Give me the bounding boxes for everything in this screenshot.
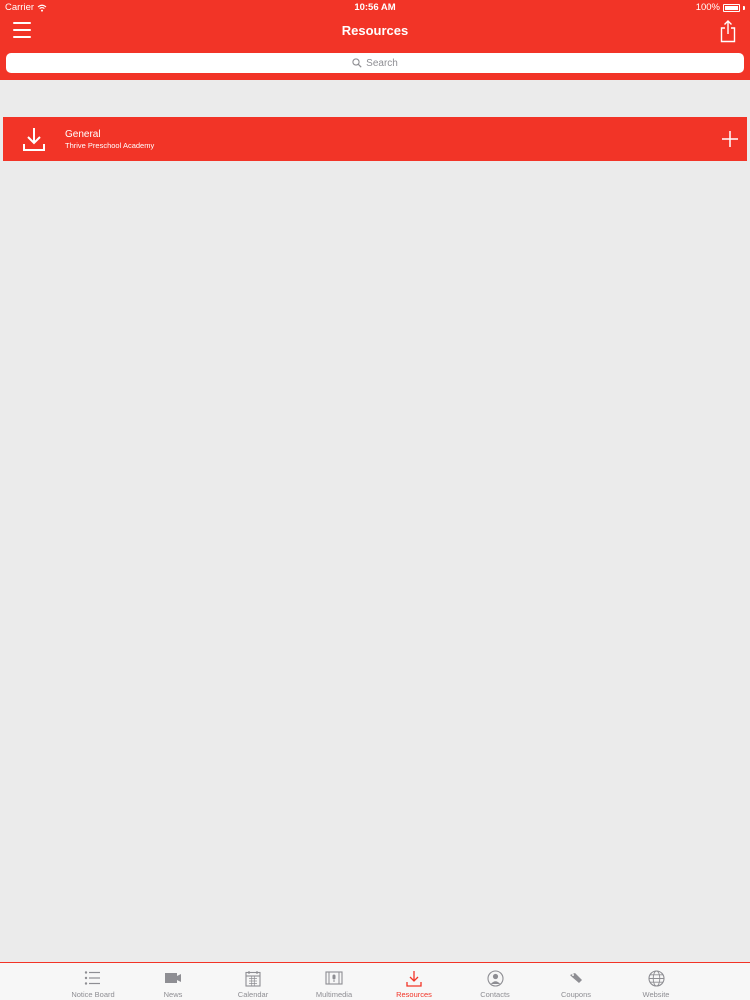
tab-label: Multimedia (315, 990, 353, 999)
plus-icon[interactable] (721, 130, 739, 148)
status-time: 10:56 AM (354, 2, 396, 13)
tab-bar: Notice Board News Calendar Multimedia Re… (0, 962, 750, 1000)
tab-contacts[interactable]: Contacts (455, 963, 535, 1000)
tab-coupons[interactable]: Coupons (536, 963, 616, 1000)
tab-multimedia[interactable]: Multimedia (294, 963, 374, 1000)
list-icon (83, 969, 103, 987)
resource-title: General (65, 129, 101, 140)
tab-label: Coupons (560, 990, 592, 999)
status-battery: 100% (696, 2, 745, 13)
battery-icon (723, 3, 740, 12)
battery-percent: 100% (695, 2, 720, 13)
tab-calendar[interactable]: Calendar (213, 963, 293, 1000)
tab-label: Contacts (480, 990, 510, 999)
coupon-icon (566, 969, 586, 987)
globe-icon (646, 969, 666, 987)
share-icon[interactable] (719, 19, 737, 43)
nav-bar: Resources (0, 16, 750, 46)
status-bar: Carrier 10:56 AM 100% (0, 0, 750, 16)
tab-label: News (163, 990, 183, 999)
search-input[interactable]: Search (6, 53, 744, 73)
tab-website[interactable]: Website (616, 963, 696, 1000)
search-icon (352, 58, 362, 68)
tab-notice-board[interactable]: Notice Board (53, 963, 133, 1000)
multimedia-icon (324, 969, 344, 987)
header: Carrier 10:56 AM 100% Resources Search (0, 0, 750, 80)
tab-label: Calendar (237, 990, 269, 999)
tab-news[interactable]: News (133, 963, 213, 1000)
calendar-icon (243, 969, 263, 987)
resource-subtitle: Thrive Preschool Academy (65, 141, 155, 150)
resource-row-general[interactable]: General Thrive Preschool Academy (3, 117, 747, 161)
download-icon (404, 969, 424, 987)
tab-resources[interactable]: Resources (374, 963, 454, 1000)
tab-label: Notice Board (71, 990, 115, 999)
tab-label: Website (642, 990, 670, 999)
search-placeholder: Search (366, 57, 398, 69)
contact-icon (485, 969, 505, 987)
tab-label: Resources (396, 990, 432, 999)
page-title: Resources (341, 23, 409, 38)
news-icon (163, 969, 183, 987)
download-icon (23, 128, 45, 151)
battery-tip (743, 5, 745, 10)
